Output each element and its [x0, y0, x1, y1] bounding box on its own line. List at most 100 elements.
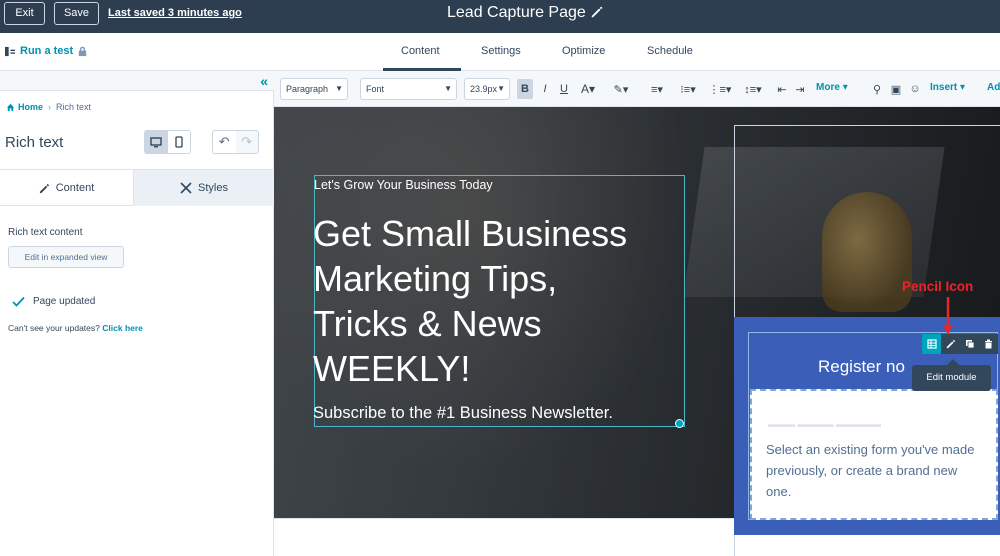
- top-bar: Exit Save Last saved 3 minutes ago Lead …: [0, 0, 1000, 33]
- line-height-icon: ↕≡▾: [744, 83, 762, 96]
- styles-tools-icon: [180, 182, 192, 194]
- column-outline-top: [734, 125, 1000, 126]
- delete-module-button[interactable]: [979, 334, 998, 354]
- font-select-value: Font: [366, 84, 385, 94]
- highlight-button[interactable]: ✎▾: [610, 79, 632, 99]
- exit-button[interactable]: Exit: [4, 2, 45, 25]
- annotation-arrow-icon: [943, 297, 953, 335]
- bullet-list-button[interactable]: ⁝≡▾: [676, 79, 700, 99]
- cant-see-updates: Can't see your updates? Click here: [8, 323, 143, 333]
- device-view-toggle: [144, 130, 191, 154]
- grid-drag-icon: [926, 339, 937, 349]
- form-ghost-text: ▬▬▬ ▬▬▬▬ ▬▬▬▬▬: [768, 419, 882, 429]
- ab-test-icon: [5, 46, 16, 56]
- breadcrumb-home[interactable]: Home: [6, 102, 43, 112]
- last-saved-link[interactable]: Last saved 3 minutes ago: [108, 7, 242, 19]
- undo-icon: ↶: [218, 134, 230, 149]
- numbered-list-button[interactable]: ⋮≡▾: [708, 79, 732, 99]
- caret-down-icon: ▼: [444, 84, 452, 93]
- outdent-button[interactable]: ⇤: [776, 79, 788, 99]
- tab-optimize[interactable]: Optimize: [562, 45, 605, 57]
- cant-see-text: Can't see your updates?: [8, 323, 100, 333]
- rich-text-toolbar: Paragraph ▼ Font ▼ 23.9px ▼ B I U A▾ ✎▾ …: [274, 71, 1000, 107]
- chevron-right-icon: ›: [48, 102, 52, 112]
- desktop-view-button[interactable]: [145, 131, 168, 153]
- register-title[interactable]: Register no: [818, 357, 905, 377]
- align-left-icon: ≡▾: [651, 83, 663, 96]
- paragraph-select[interactable]: Paragraph ▼: [280, 78, 348, 100]
- more-label: More: [816, 82, 840, 93]
- headline-line: WEEKLY!: [313, 348, 471, 389]
- annotation-label: Pencil Icon: [902, 279, 974, 294]
- outdent-icon: ⇤: [777, 83, 787, 96]
- caret-down-icon: ▾: [842, 82, 848, 93]
- edit-module-button[interactable]: [941, 334, 960, 354]
- emoji-icon: ☺: [909, 83, 921, 95]
- tab-schedule[interactable]: Schedule: [647, 45, 693, 57]
- link-button[interactable]: ⚲: [871, 79, 883, 99]
- caret-down-icon: ▾: [960, 82, 966, 93]
- bold-button[interactable]: B: [517, 79, 533, 99]
- font-size-select[interactable]: 23.9px ▼: [464, 78, 510, 100]
- image-button[interactable]: ▣: [889, 79, 903, 99]
- page-updated-status: Page updated: [12, 296, 95, 307]
- text-color-icon: A▾: [580, 82, 596, 96]
- run-test-link[interactable]: Run a test: [5, 45, 88, 57]
- edit-expanded-view-button[interactable]: Edit in expanded view: [8, 246, 124, 268]
- tab-settings[interactable]: Settings: [481, 45, 521, 57]
- pencil-icon: [39, 183, 49, 193]
- font-select[interactable]: Font ▼: [360, 78, 457, 100]
- italic-button[interactable]: I: [540, 79, 550, 99]
- home-icon: [6, 103, 15, 111]
- caret-down-icon: ▼: [497, 84, 505, 93]
- check-icon: [12, 296, 25, 307]
- save-button[interactable]: Save: [54, 2, 99, 25]
- page-updated-label: Page updated: [33, 296, 96, 307]
- rich-text-content-label: Rich text content: [8, 227, 83, 238]
- redo-button[interactable]: ↷: [235, 131, 258, 153]
- trash-icon: [985, 339, 992, 349]
- collapse-double-chevron-icon[interactable]: «: [260, 73, 268, 89]
- panel-tab-content-label: Content: [55, 182, 95, 194]
- drag-handle-button[interactable]: [922, 334, 941, 354]
- breadcrumb-home-label: Home: [18, 102, 44, 112]
- more-button[interactable]: More ▾: [816, 82, 848, 93]
- panel-tab-content[interactable]: Content: [0, 170, 133, 206]
- form-placeholder[interactable]: ▬▬▬ ▬▬▬▬ ▬▬▬▬▬ Select an existing form y…: [750, 389, 998, 520]
- lock-icon: [79, 46, 87, 56]
- clone-module-button[interactable]: [960, 334, 979, 354]
- headline-line: Get Small Business: [313, 213, 628, 254]
- emoji-button[interactable]: ☺: [908, 79, 922, 99]
- indent-icon: ⇥: [795, 83, 805, 96]
- insert-button[interactable]: Insert ▾: [930, 82, 965, 93]
- resize-handle[interactable]: [675, 419, 684, 428]
- panel-tabs: Content Styles: [0, 169, 274, 206]
- panel-tab-styles[interactable]: Styles: [133, 170, 274, 206]
- panel-title: Rich text: [5, 134, 64, 151]
- indent-button[interactable]: ⇥: [794, 79, 806, 99]
- pencil-icon: [946, 339, 955, 349]
- mobile-view-button[interactable]: [168, 131, 191, 153]
- hero-headline[interactable]: Get Small Business Marketing Tips, Trick…: [313, 211, 693, 391]
- line-height-button[interactable]: ↕≡▾: [741, 79, 765, 99]
- text-color-button[interactable]: A▾: [577, 79, 599, 99]
- pencil-icon[interactable]: [590, 5, 604, 19]
- insert-label: Insert: [930, 82, 958, 93]
- run-test-label: Run a test: [20, 45, 74, 57]
- left-sidebar: « Home › Rich text Rich text ↶ ↷ Content…: [0, 71, 274, 556]
- click-here-link[interactable]: Click here: [102, 323, 143, 333]
- tab-content[interactable]: Content: [401, 45, 440, 57]
- headline-line: Tricks & News: [313, 303, 542, 344]
- breadcrumb: Home › Rich text: [6, 102, 91, 112]
- page-preview-canvas: Let's Grow Your Business Today Get Small…: [274, 107, 1000, 556]
- hero-eyebrow-text[interactable]: Let's Grow Your Business Today: [314, 178, 493, 192]
- underline-button[interactable]: U: [559, 79, 569, 99]
- highlight-pen-icon: ✎▾: [613, 83, 629, 96]
- undo-button[interactable]: ↶: [213, 131, 236, 153]
- panel-tab-styles-label: Styles: [198, 182, 228, 194]
- link-icon: ⚲: [872, 83, 882, 96]
- add-button[interactable]: Ad: [987, 82, 1000, 93]
- align-button[interactable]: ≡▾: [646, 79, 668, 99]
- hero-subline[interactable]: Subscribe to the #1 Business Newsletter.: [313, 404, 613, 423]
- redo-icon: ↷: [241, 134, 253, 149]
